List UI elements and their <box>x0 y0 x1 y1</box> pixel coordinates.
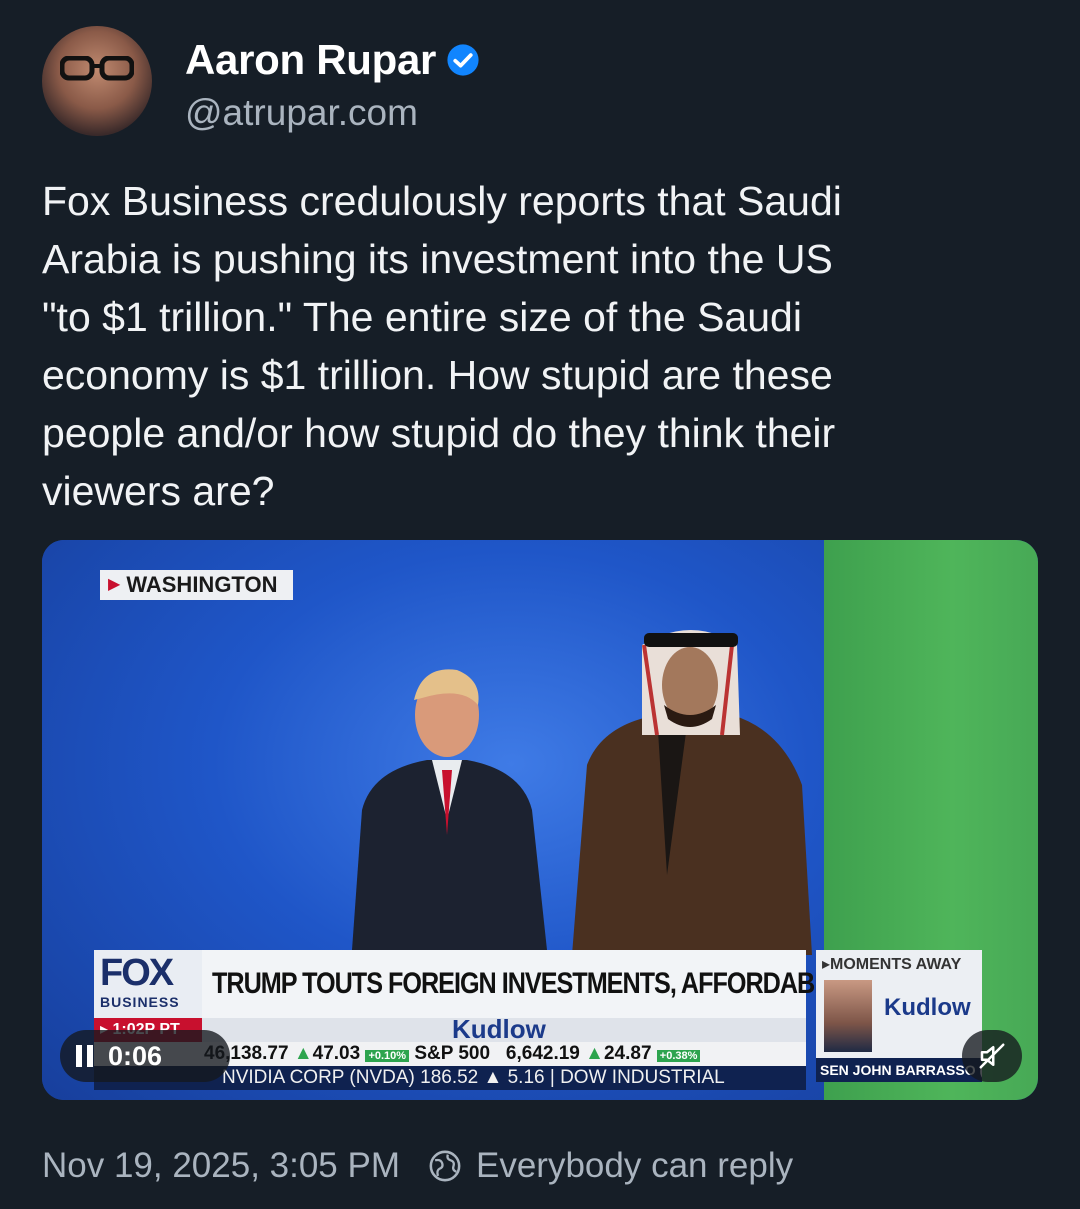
dow-pct: +0.10% <box>365 1050 410 1062</box>
author-handle[interactable]: @atrupar.com <box>185 92 418 134</box>
sp-change: 24.87 <box>603 1043 652 1064</box>
verified-badge-icon <box>447 44 479 76</box>
reply-settings-icon <box>429 1150 461 1182</box>
speaker-muted-icon <box>979 1043 1005 1069</box>
moments-show: Kudlow <box>884 994 971 1021</box>
video-player[interactable]: ▶ WASHINGTON FOX BUSINESS TRUMP TOUTS FO… <box>42 540 1038 1100</box>
moments-away-panel: ▸MOMENTS AWAY Kudlow <box>816 950 982 1058</box>
sp-pct: +0.38% <box>656 1050 701 1062</box>
headline-text: TRUMP TOUTS FOREIGN INVESTMENTS, AFFORDA… <box>212 967 872 1000</box>
guest-photo <box>824 980 872 1052</box>
reply-setting[interactable]: Everybody can reply <box>476 1146 793 1186</box>
avatar[interactable] <box>42 26 152 136</box>
guest-name: SEN JOHN BARRASSO (R-WY) <box>816 1058 982 1082</box>
up-arrow-icon: ▲ <box>585 1043 604 1064</box>
location-label: WASHINGTON <box>126 572 278 597</box>
logo-fox-text: FOX <box>100 952 174 994</box>
post-footer: Nov 19, 2025, 3:05 PM Everybody can repl… <box>42 1146 793 1186</box>
post-text: Fox Business credulously reports that Sa… <box>42 178 842 514</box>
mute-button[interactable] <box>962 1030 1022 1082</box>
post-header: Aaron Rupar @atrupar.com <box>42 26 1042 141</box>
author-name[interactable]: Aaron Rupar <box>185 36 436 84</box>
person-left-figure <box>352 669 547 950</box>
avatar-glasses <box>60 56 134 81</box>
sp-label: S&P 500 <box>414 1043 491 1064</box>
elapsed-time: 0:06 <box>108 1040 163 1071</box>
up-arrow-icon: ▲ <box>293 1043 313 1064</box>
headline-bar: TRUMP TOUTS FOREIGN INVESTMENTS, AFFORDA… <box>202 950 872 1018</box>
moments-label: ▸MOMENTS AWAY <box>822 956 962 973</box>
pause-button[interactable]: 0:06 <box>60 1030 230 1082</box>
post-timestamp[interactable]: Nov 19, 2025, 3:05 PM <box>42 1146 400 1186</box>
location-arrow-icon: ▶ <box>108 576 121 593</box>
show-name: Kudlow <box>452 1014 546 1044</box>
fox-business-logo: FOX BUSINESS <box>94 950 202 1018</box>
sp-value: 6,642.19 <box>505 1043 580 1064</box>
news-lower-third: FOX BUSINESS TRUMP TOUTS FOREIGN INVESTM… <box>94 950 1024 1100</box>
logo-business-text: BUSINESS <box>100 994 180 1010</box>
author-name-row: Aaron Rupar <box>185 36 480 84</box>
location-tag: ▶ WASHINGTON <box>100 570 294 600</box>
pause-icon <box>76 1045 94 1067</box>
dow-change: 47.03 <box>312 1043 361 1064</box>
person-right-figure <box>572 630 812 955</box>
